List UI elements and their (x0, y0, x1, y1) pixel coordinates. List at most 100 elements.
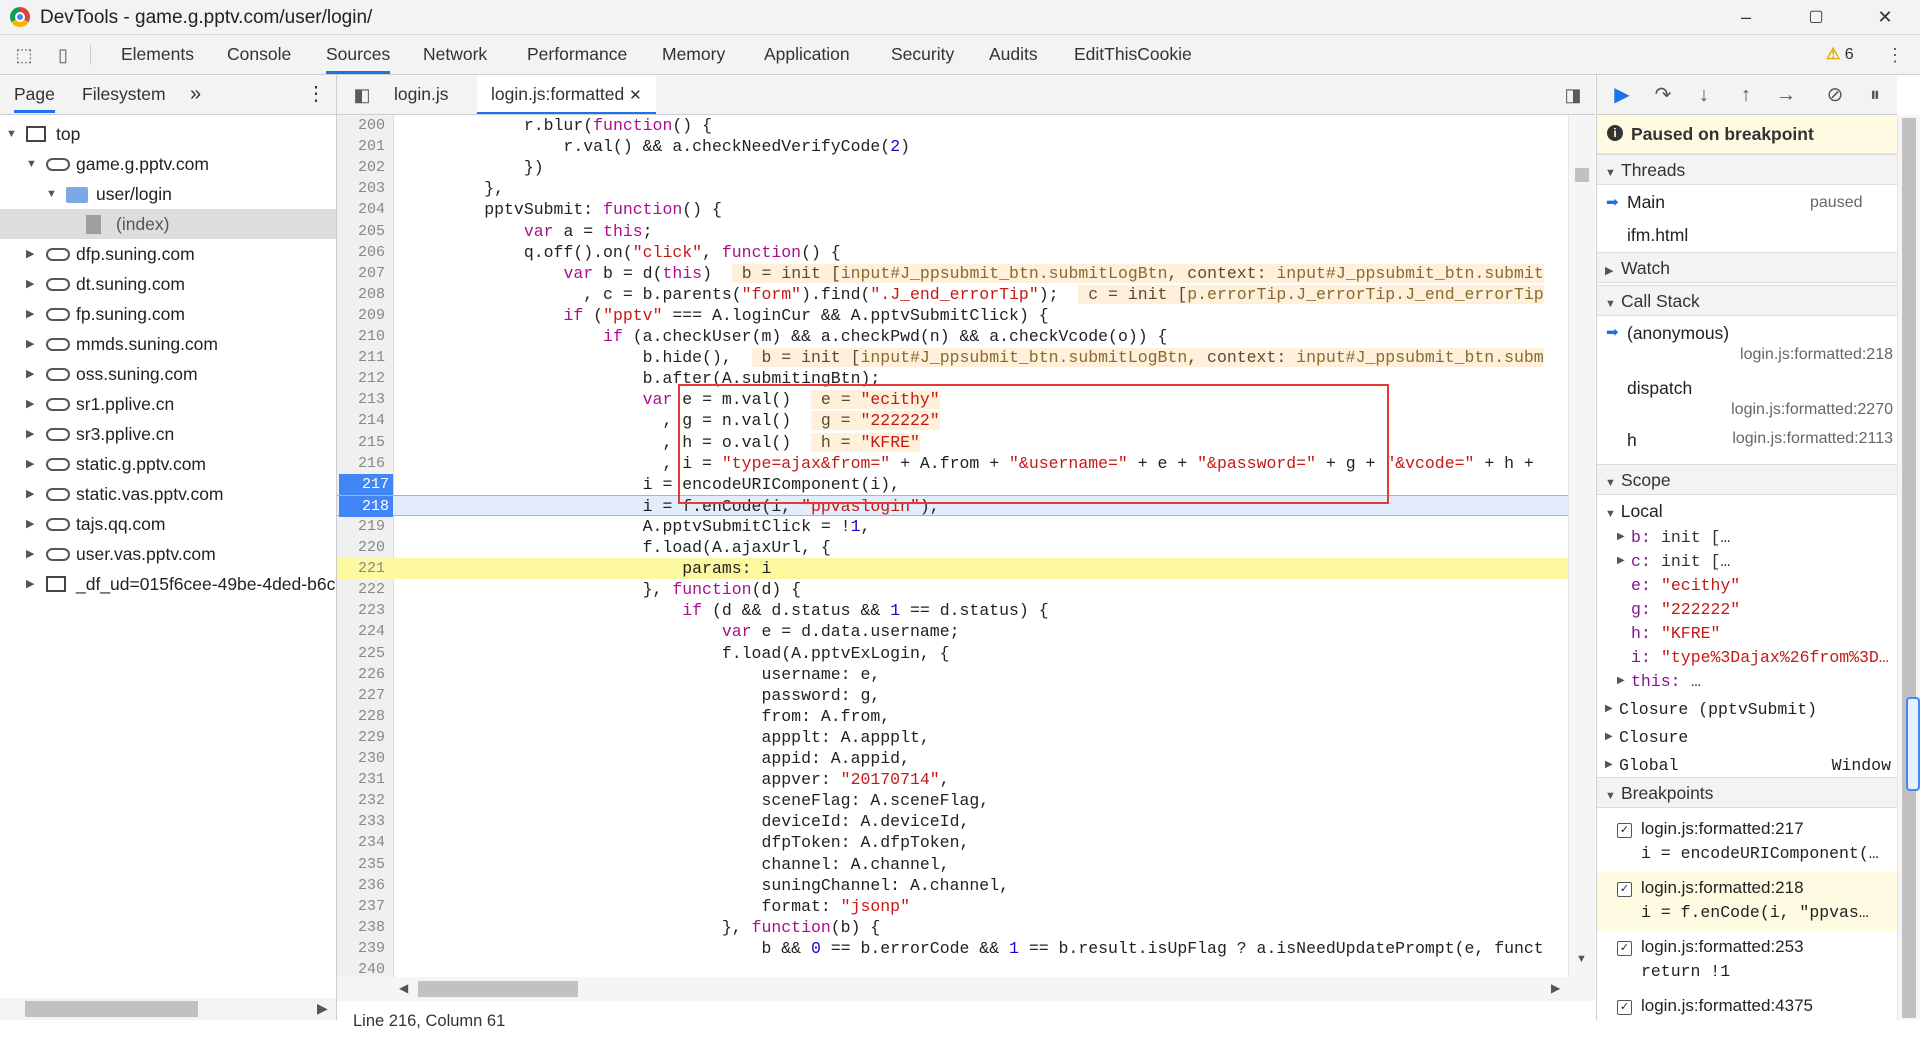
code-line[interactable]: 226 username: e, (337, 664, 1569, 685)
more-options-icon[interactable]: ⋮ (1884, 44, 1906, 66)
tree-item[interactable]: ▶ dt.suning.com (0, 269, 336, 299)
line-number[interactable]: 200 (337, 115, 385, 136)
line-number[interactable]: 230 (337, 748, 385, 769)
tree-item[interactable]: ▶ fp.suning.com (0, 299, 336, 329)
scope-variable[interactable]: i: "type%3Dajax%26from%3D… (1597, 646, 1897, 670)
line-number[interactable]: 229 (337, 727, 385, 748)
editor-hscroll-thumb[interactable] (418, 981, 578, 997)
expand-arrow-icon[interactable]: ▶ (26, 449, 36, 470)
warnings-counter[interactable]: ⚠ 6 (1826, 35, 1854, 74)
scroll-right-arrow-icon[interactable]: ▶ (317, 1000, 328, 1017)
tab-editthiscookie[interactable]: EditThisCookie (1074, 35, 1192, 74)
breakpoint-item[interactable]: ✓ login.js:formatted:217 i = encodeURIComp… (1597, 813, 1897, 872)
expand-arrow-icon[interactable]: ▶ (26, 299, 36, 320)
callstack-frame[interactable]: dispatch login.js:formatted:2270 (1597, 375, 1897, 429)
sidebar-vscroll-thumb[interactable] (1902, 118, 1916, 1018)
callstack-frame[interactable]: h login.js:formatted:2113 (1597, 427, 1897, 457)
code-line[interactable]: 229 appplt: A.appplt, (337, 727, 1569, 748)
hscroll-right-arrow-icon[interactable]: ▶ (1551, 981, 1560, 995)
tree-item[interactable]: ▶ static.vas.pptv.com (0, 479, 336, 509)
step-into-icon[interactable]: ↓ (1691, 83, 1717, 107)
line-number[interactable]: 239 (337, 938, 385, 959)
close-tab-icon[interactable]: ✕ (629, 87, 642, 104)
line-number[interactable]: 223 (337, 600, 385, 621)
collapse-arrow-icon[interactable]: ▼ (26, 149, 37, 170)
line-number[interactable]: 206 (337, 242, 385, 263)
editor-vscrollbar[interactable]: ▼ (1568, 115, 1595, 977)
device-toolbar-icon[interactable]: ▯ (52, 44, 74, 66)
toggle-debugger-icon[interactable]: ◨ (1562, 84, 1584, 106)
pause-on-exceptions-icon[interactable]: ⏸ (1862, 83, 1888, 107)
tab-sources[interactable]: Sources (326, 35, 391, 74)
code-line[interactable]: 202 }) (337, 157, 1569, 178)
editor-hscrollbar[interactable]: ◀ ▶ (337, 977, 1595, 1001)
tree-item[interactable]: ▶ sr1.pplive.cn (0, 389, 336, 419)
code-line[interactable]: 221 params: i (337, 558, 1569, 580)
line-number[interactable]: 232 (337, 790, 385, 811)
code-line[interactable]: 209 if ("pptv" === A.loginCur && A.pptvS… (337, 305, 1569, 326)
expand-arrow-icon[interactable]: ▶ (26, 329, 36, 350)
line-number[interactable]: 225 (337, 643, 385, 664)
line-number[interactable]: 202 (337, 157, 385, 178)
expand-arrow-icon[interactable]: ▶ (26, 389, 36, 410)
tab-console[interactable]: Console (227, 35, 291, 74)
breakpoints-section-header[interactable]: ▼ Breakpoints (1597, 777, 1897, 808)
code-line[interactable]: 205 var a = this; (337, 221, 1569, 242)
code-line[interactable]: 225 f.load(A.pptvExLogin, { (337, 643, 1569, 664)
tab-memory[interactable]: Memory (662, 35, 725, 74)
expand-arrow-icon[interactable]: ▶ (26, 269, 36, 290)
line-number[interactable]: 234 (337, 832, 385, 853)
code-line[interactable]: 227 password: g, (337, 685, 1569, 706)
tree-item[interactable]: ▶ mmds.suning.com (0, 329, 336, 359)
line-number[interactable]: 233 (337, 811, 385, 832)
code-line[interactable]: 222 }, function(d) { (337, 579, 1569, 600)
line-number[interactable]: 240 (337, 959, 385, 977)
tab-filesystem[interactable]: Filesystem (82, 75, 166, 113)
line-number[interactable]: 219 (337, 516, 385, 537)
tree-item[interactable]: ▼ top (0, 119, 336, 149)
code-line[interactable]: 236 suningChannel: A.channel, (337, 875, 1569, 896)
scope-variable[interactable]: h: "KFRE" (1597, 622, 1897, 646)
expand-arrow-icon[interactable]: ▶ (1605, 752, 1613, 780)
tree-item[interactable]: ▼ user/login (0, 179, 336, 209)
expand-arrow-icon[interactable]: ▶ (1605, 696, 1613, 724)
resume-icon[interactable]: ▶ (1609, 83, 1635, 107)
code-line[interactable]: 231 appver: "20170714", (337, 769, 1569, 790)
line-number[interactable]: 237 (337, 896, 385, 917)
scope-closure[interactable]: ▶ Closure (1597, 724, 1897, 752)
line-number[interactable]: 207 (337, 263, 385, 284)
tab-login-js[interactable]: login.js (394, 75, 448, 114)
code-line[interactable]: 230 appid: A.appid, (337, 748, 1569, 769)
code-line[interactable]: 220 f.load(A.ajaxUrl, { (337, 537, 1569, 558)
line-number[interactable]: 212 (337, 368, 385, 389)
tab-network[interactable]: Network (423, 35, 487, 74)
local-scope-header[interactable]: ▼ Local (1597, 499, 1897, 523)
inspect-element-icon[interactable]: ⬚ (13, 44, 35, 66)
scroll-down-arrow-icon[interactable]: ▼ (1576, 953, 1587, 965)
collapse-arrow-icon[interactable]: ▼ (46, 179, 57, 200)
code-line[interactable]: 200 r.blur(function() { (337, 115, 1569, 136)
tree-item[interactable]: ▶ tajs.qq.com (0, 509, 336, 539)
line-number[interactable]: 214 (337, 410, 385, 431)
line-number[interactable]: 221 (337, 558, 385, 579)
breakpoint-checkbox[interactable]: ✓ (1617, 823, 1632, 838)
code-line[interactable]: 239 b && 0 == b.errorCode && 1 == b.resu… (337, 938, 1569, 959)
expand-arrow-icon[interactable]: ▶ (26, 479, 36, 500)
tree-item[interactable]: ▼ game.g.pptv.com (0, 149, 336, 179)
scope-variable[interactable]: ▶ b: init [… (1597, 526, 1897, 550)
line-number[interactable]: 203 (337, 178, 385, 199)
tab-application[interactable]: Application (764, 35, 850, 74)
line-number[interactable]: 213 (337, 389, 385, 410)
breakpoint-checkbox[interactable]: ✓ (1617, 882, 1632, 897)
code-area[interactable]: 200 r.blur(function() {201 r.val() && a.… (337, 115, 1569, 977)
line-number[interactable]: 215 (337, 432, 385, 453)
code-line[interactable]: 233 deviceId: A.deviceId, (337, 811, 1569, 832)
tree-item[interactable]: (index) (0, 209, 336, 239)
line-number[interactable]: 211 (337, 347, 385, 368)
line-number[interactable]: 216 (337, 453, 385, 474)
tree-item[interactable]: ▶ sr3.pplive.cn (0, 419, 336, 449)
line-number[interactable]: 228 (337, 706, 385, 727)
tab-performance[interactable]: Performance (527, 35, 627, 74)
code-line[interactable]: 203 }, (337, 178, 1569, 199)
more-tabs-icon[interactable]: » (190, 75, 201, 113)
